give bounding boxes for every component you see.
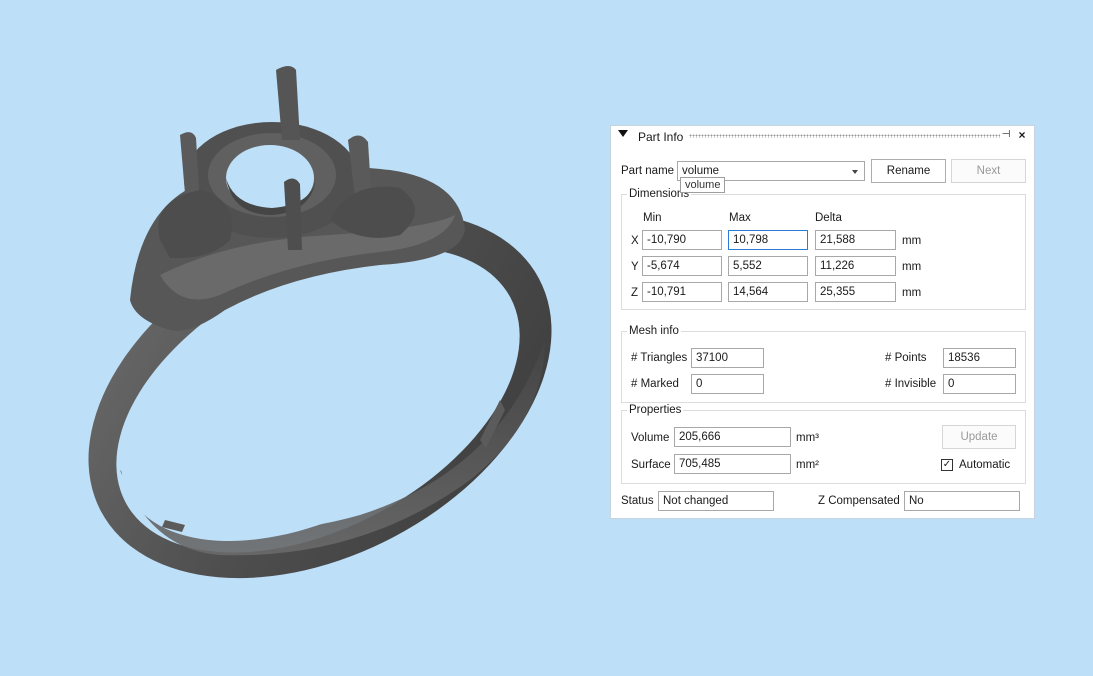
z-compensated-field[interactable]: No xyxy=(904,491,1020,511)
part-name-tooltip: volume xyxy=(680,177,726,193)
chevron-down-icon[interactable] xyxy=(852,170,858,174)
mesh-info-title: Mesh info xyxy=(627,325,681,337)
z-compensated-label: Z Compensated xyxy=(818,495,900,507)
next-button[interactable]: Next xyxy=(951,159,1026,183)
close-icon[interactable]: × xyxy=(1016,128,1028,142)
points-label: # Points xyxy=(885,352,927,364)
part-info-panel: Part Info ⊣ × Part name volume Rename Ne… xyxy=(610,125,1035,519)
y-max-field[interactable]: 5,552 xyxy=(728,256,808,276)
x-max-field[interactable]: 10,798 xyxy=(728,230,808,250)
status-label: Status xyxy=(621,495,654,507)
invisible-label: # Invisible xyxy=(885,378,937,390)
titlebar-grip[interactable] xyxy=(689,134,1000,138)
z-min-field[interactable]: -10,791 xyxy=(642,282,722,302)
x-min-field[interactable]: -10,790 xyxy=(642,230,722,250)
part-name-label: Part name xyxy=(621,165,675,177)
x-delta-field[interactable]: 21,588 xyxy=(815,230,896,250)
max-header: Max xyxy=(729,212,751,224)
properties-title: Properties xyxy=(627,404,684,416)
marked-field[interactable]: 0 xyxy=(691,374,764,394)
ring-model[interactable] xyxy=(0,0,600,673)
triangles-field[interactable]: 37100 xyxy=(691,348,764,368)
min-header: Min xyxy=(643,212,662,224)
z-max-field[interactable]: 14,564 xyxy=(728,282,808,302)
axis-z-label: Z xyxy=(631,287,639,299)
axis-y-label: Y xyxy=(631,261,639,273)
y-delta-field[interactable]: 11,226 xyxy=(815,256,896,276)
x-unit: mm xyxy=(902,235,922,247)
surface-unit: mm² xyxy=(796,459,819,471)
status-field[interactable]: Not changed xyxy=(658,491,774,511)
volume-unit: mm³ xyxy=(796,432,819,444)
update-button[interactable]: Update xyxy=(942,425,1016,449)
panel-title: Part Info xyxy=(638,130,684,144)
z-unit: mm xyxy=(902,287,922,299)
volume-field[interactable]: 205,666 xyxy=(674,427,791,447)
y-unit: mm xyxy=(902,261,922,273)
surface-field[interactable]: 705,485 xyxy=(674,454,791,474)
triangles-label: # Triangles xyxy=(631,352,688,364)
invisible-field[interactable]: 0 xyxy=(943,374,1016,394)
automatic-label: Automatic xyxy=(959,459,1011,471)
y-min-field[interactable]: -5,674 xyxy=(642,256,722,276)
marked-label: # Marked xyxy=(631,378,679,390)
pin-icon[interactable]: ⊣ xyxy=(1000,129,1012,141)
automatic-checkbox[interactable]: ✓ xyxy=(941,459,953,471)
part-name-value: volume xyxy=(682,165,720,177)
delta-header: Delta xyxy=(815,212,842,224)
axis-x-label: X xyxy=(631,235,639,247)
3d-viewport[interactable] xyxy=(0,0,600,673)
volume-label: Volume xyxy=(631,432,670,444)
rename-button[interactable]: Rename xyxy=(871,159,946,183)
points-field[interactable]: 18536 xyxy=(943,348,1016,368)
z-delta-field[interactable]: 25,355 xyxy=(815,282,896,302)
panel-titlebar[interactable]: Part Info ⊣ × xyxy=(611,126,1034,146)
surface-label: Surface xyxy=(631,459,671,471)
collapse-arrow-icon[interactable] xyxy=(618,130,628,137)
